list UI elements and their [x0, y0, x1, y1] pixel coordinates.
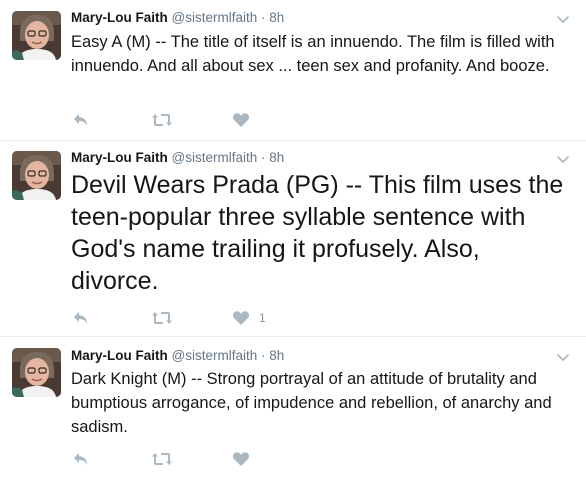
reply-icon	[71, 308, 91, 328]
timestamp[interactable]: 8h	[269, 10, 284, 25]
tweet-header: Mary-Lou Faith @sistermlfaith · 8h	[71, 348, 284, 364]
like-button[interactable]	[231, 449, 259, 469]
heart-icon	[231, 308, 251, 328]
heart-icon	[231, 449, 251, 469]
tweet[interactable]: Mary-Lou Faith @sistermlfaith · 8h Devil…	[0, 141, 586, 337]
chevron-down-icon[interactable]	[556, 350, 570, 364]
tweet[interactable]: Mary-Lou Faith @sistermlfaith · 8h Dark …	[0, 337, 586, 478]
reply-icon	[71, 449, 91, 469]
tweet[interactable]: Mary-Lou Faith @sistermlfaith · 8h Easy …	[0, 0, 586, 141]
avatar[interactable]	[12, 11, 61, 60]
tweet-header: Mary-Lou Faith @sistermlfaith · 8h	[71, 150, 284, 166]
tweet-actions: 1	[71, 308, 371, 328]
separator-dot: ·	[261, 348, 266, 363]
author-handle[interactable]: @sistermlfaith	[172, 150, 258, 165]
retweet-button[interactable]	[151, 449, 173, 469]
author-name[interactable]: Mary-Lou Faith	[71, 348, 168, 363]
retweet-button[interactable]	[151, 308, 173, 328]
avatar[interactable]	[12, 348, 61, 397]
like-button[interactable]: 1	[231, 308, 266, 328]
separator-dot: ·	[261, 10, 266, 25]
retweet-icon	[151, 308, 173, 328]
heart-icon	[231, 110, 251, 130]
author-handle[interactable]: @sistermlfaith	[172, 10, 258, 25]
retweet-button[interactable]	[151, 110, 173, 130]
timestamp[interactable]: 8h	[269, 150, 284, 165]
separator-dot: ·	[261, 150, 266, 165]
retweet-icon	[151, 110, 173, 130]
reply-button[interactable]	[71, 449, 91, 469]
tweet-actions	[71, 110, 371, 130]
tweet-text: Dark Knight (M) -- Strong portrayal of a…	[71, 370, 552, 436]
tweet-text: Devil Wears Prada (PG) -- This film uses…	[71, 171, 564, 295]
author-name[interactable]: Mary-Lou Faith	[71, 150, 168, 165]
tweet-header: Mary-Lou Faith @sistermlfaith · 8h	[71, 10, 284, 26]
reply-button[interactable]	[71, 308, 91, 328]
like-button[interactable]	[231, 110, 259, 130]
tweet-actions	[71, 449, 371, 469]
author-handle[interactable]: @sistermlfaith	[172, 348, 258, 363]
timestamp[interactable]: 8h	[269, 348, 284, 363]
tweet-text: Easy A (M) -- The title of itself is an …	[71, 33, 555, 75]
chevron-down-icon[interactable]	[556, 12, 570, 26]
chevron-down-icon[interactable]	[556, 152, 570, 166]
reply-button[interactable]	[71, 110, 91, 130]
author-name[interactable]: Mary-Lou Faith	[71, 10, 168, 25]
avatar[interactable]	[12, 151, 61, 200]
reply-icon	[71, 110, 91, 130]
like-count: 1	[259, 311, 266, 325]
tweet-timeline: Mary-Lou Faith @sistermlfaith · 8h Easy …	[0, 0, 586, 478]
retweet-icon	[151, 449, 173, 469]
